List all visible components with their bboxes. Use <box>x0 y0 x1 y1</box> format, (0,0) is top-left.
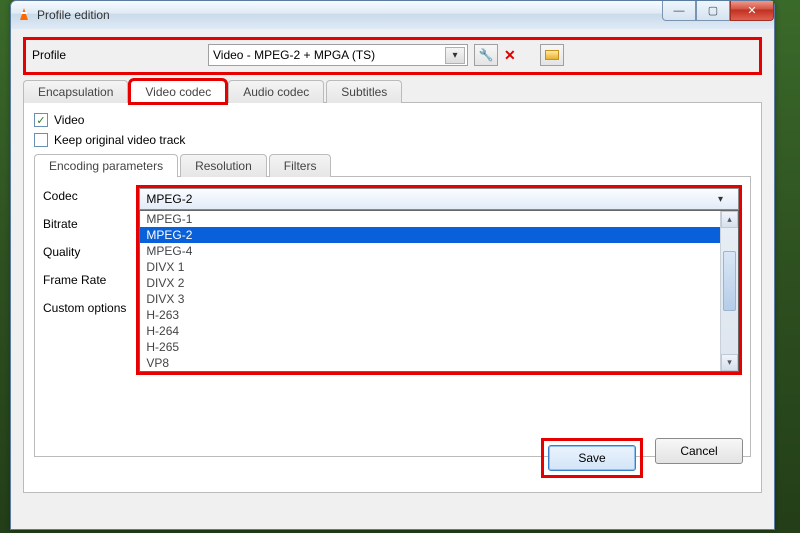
video-codec-panel: ✓ Video Keep original video track Encodi… <box>23 103 762 493</box>
save-button[interactable]: Save <box>548 445 636 471</box>
tab-video-codec[interactable]: Video codec <box>130 80 226 103</box>
codec-option[interactable]: H-263 <box>140 307 720 323</box>
titlebar[interactable]: Profile edition — ▢ ✕ <box>11 1 774 29</box>
window-title: Profile edition <box>37 8 110 22</box>
profile-selector-row: Profile Video - MPEG-2 + MPGA (TS) 🔧 ✕ <box>23 37 762 75</box>
encoding-subtabstrip: Encoding parameters Resolution Filters <box>34 153 751 177</box>
delete-profile-button[interactable]: ✕ <box>504 47 516 64</box>
scroll-up-button[interactable]: ▴ <box>721 211 738 228</box>
param-label-bitrate: Bitrate <box>43 217 126 231</box>
video-checkbox-label: Video <box>54 113 84 127</box>
new-profile-button[interactable] <box>540 44 564 66</box>
codec-option[interactable]: MPEG-2 <box>140 227 720 243</box>
keep-original-label: Keep original video track <box>54 133 185 147</box>
chevron-down-icon[interactable] <box>445 47 465 64</box>
codec-option[interactable]: DIVX 1 <box>140 259 720 275</box>
window-controls: — ▢ ✕ <box>662 1 774 21</box>
param-label-codec: Codec <box>43 189 126 203</box>
encoding-parameters-panel: Codec Bitrate Quality Frame Rate Custom … <box>34 177 751 457</box>
wrench-button[interactable]: 🔧 <box>474 44 498 66</box>
cancel-button-label: Cancel <box>680 444 717 458</box>
tab-audio-codec[interactable]: Audio codec <box>228 80 324 103</box>
keep-original-checkbox[interactable] <box>34 133 48 147</box>
folder-icon <box>545 50 559 60</box>
codec-dropdown[interactable]: MPEG-2 <box>139 188 739 210</box>
codec-option[interactable]: DIVX 2 <box>140 275 720 291</box>
param-label-custom: Custom options <box>43 301 126 315</box>
profile-label: Profile <box>32 48 202 62</box>
param-label-framerate: Frame Rate <box>43 273 126 287</box>
profile-dropdown[interactable]: Video - MPEG-2 + MPGA (TS) <box>208 44 468 66</box>
param-label-quality: Quality <box>43 245 126 259</box>
save-button-highlight: Save <box>541 438 643 478</box>
scroll-thumb[interactable] <box>723 251 736 311</box>
profile-selected-value: Video - MPEG-2 + MPGA (TS) <box>213 48 375 62</box>
maximize-button[interactable]: ▢ <box>696 1 730 21</box>
minimize-button[interactable]: — <box>662 1 696 21</box>
codec-dropdown-list: MPEG-1 MPEG-2 MPEG-4 DIVX 1 DIVX 2 DIVX … <box>139 210 739 372</box>
vlc-cone-icon <box>17 8 31 22</box>
codec-option[interactable]: H-264 <box>140 323 720 339</box>
video-checkbox[interactable]: ✓ <box>34 113 48 127</box>
subtab-encoding-parameters[interactable]: Encoding parameters <box>34 154 178 177</box>
cancel-button[interactable]: Cancel <box>655 438 743 464</box>
codec-selected-value: MPEG-2 <box>146 192 192 206</box>
tab-subtitles[interactable]: Subtitles <box>326 80 402 103</box>
main-tabstrip: Encapsulation Video codec Audio codec Su… <box>23 79 762 103</box>
profile-edition-dialog: Profile edition — ▢ ✕ Profile Video - MP… <box>10 0 775 530</box>
subtab-filters[interactable]: Filters <box>269 154 332 177</box>
dialog-buttons: Save Cancel <box>541 438 743 478</box>
codec-option[interactable]: VP8 <box>140 355 720 371</box>
dropdown-scrollbar[interactable]: ▴ ▾ <box>720 211 738 371</box>
chevron-down-icon[interactable] <box>718 191 736 208</box>
save-button-label: Save <box>578 451 605 465</box>
close-button[interactable]: ✕ <box>730 1 774 21</box>
scroll-down-button[interactable]: ▾ <box>721 354 738 371</box>
wrench-icon: 🔧 <box>479 48 494 62</box>
codec-dropdown-area: MPEG-2 MPEG-1 MPEG-2 MPEG-4 DIVX 1 DI <box>136 185 742 375</box>
tab-encapsulation[interactable]: Encapsulation <box>23 80 128 103</box>
codec-option[interactable]: H-265 <box>140 339 720 355</box>
codec-option[interactable]: DIVX 3 <box>140 291 720 307</box>
subtab-resolution[interactable]: Resolution <box>180 154 267 177</box>
codec-option[interactable]: MPEG-1 <box>140 211 720 227</box>
codec-option[interactable]: MPEG-4 <box>140 243 720 259</box>
